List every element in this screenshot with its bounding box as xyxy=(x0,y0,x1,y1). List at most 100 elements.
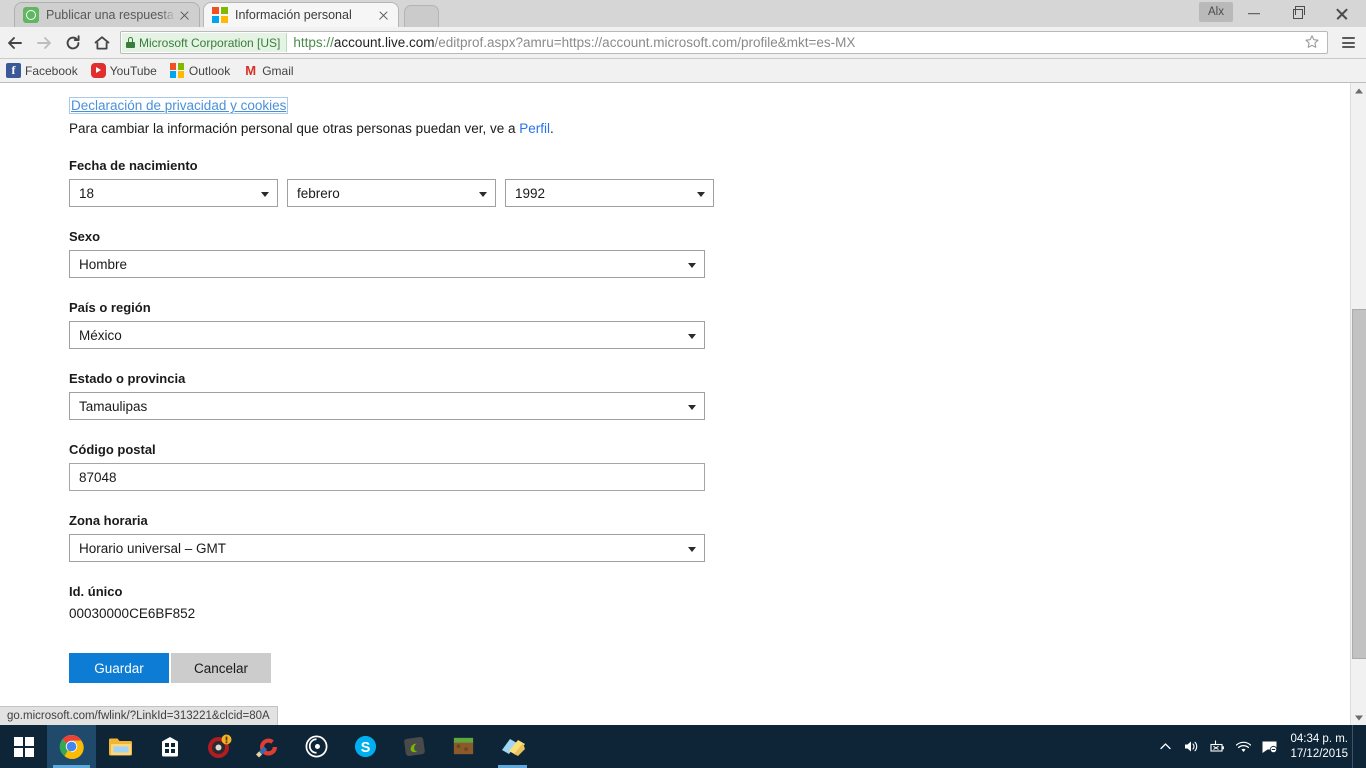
lock-icon xyxy=(126,37,135,48)
postal-code-input[interactable]: 87048 xyxy=(69,463,705,491)
tab-title: Información personal xyxy=(235,8,352,22)
birth-day-select[interactable]: 18 xyxy=(69,179,278,207)
scroll-down-arrow-icon[interactable] xyxy=(1351,710,1366,725)
intro-text: Para cambiar la información personal que… xyxy=(69,121,1351,136)
outlook-icon xyxy=(169,63,185,78)
microsoft-icon xyxy=(212,7,228,23)
account-settings-page: Declaración de privacidad y cookies Para… xyxy=(0,83,1351,725)
security-badge[interactable]: Microsoft Corporation [US] xyxy=(122,33,288,52)
reload-icon[interactable] xyxy=(58,28,87,57)
ccleaner-icon[interactable] xyxy=(243,725,292,768)
clock-date: 17/12/2015 xyxy=(1290,747,1348,760)
system-tray: 04:34 p. m. 17/12/2015 xyxy=(1152,725,1366,768)
facebook-icon: f xyxy=(6,63,21,78)
intro-text-part2: . xyxy=(550,121,554,136)
timezone-label: Zona horaria xyxy=(69,513,148,528)
bookmarks-bar: f Facebook YouTube Outlook M Gmail xyxy=(0,59,1366,83)
url-text: https://account.live.com/editprof.aspx?a… xyxy=(293,35,855,50)
gender-select[interactable]: Hombre xyxy=(69,250,705,278)
forward-arrow-icon xyxy=(29,28,58,57)
bookmark-youtube[interactable]: YouTube xyxy=(90,63,157,78)
birthdate-label: Fecha de nacimiento xyxy=(69,158,198,173)
sticky-notes-icon[interactable] xyxy=(488,725,537,768)
gender-label: Sexo xyxy=(69,229,101,244)
profile-name-chip[interactable]: Alx xyxy=(1199,2,1233,22)
close-icon[interactable] xyxy=(375,7,392,24)
show-hidden-icons-chevron[interactable] xyxy=(1152,725,1178,768)
status-bar: go.microsoft.com/fwlink/?LinkId=313221&c… xyxy=(0,706,278,725)
address-bar[interactable]: Microsoft Corporation [US] https://accou… xyxy=(120,31,1328,54)
save-button[interactable]: Guardar xyxy=(69,653,169,683)
file-explorer-icon[interactable] xyxy=(96,725,145,768)
action-center-icon[interactable] xyxy=(1256,725,1282,768)
cancel-button[interactable]: Cancelar xyxy=(171,653,271,683)
scroll-up-arrow-icon[interactable] xyxy=(1351,83,1366,98)
volume-icon[interactable] xyxy=(1178,725,1204,768)
maximize-icon[interactable] xyxy=(1276,0,1320,27)
minimize-icon[interactable] xyxy=(1232,0,1276,27)
chrome-browser-window: Publicar una respuesta - X Información p… xyxy=(0,0,1366,725)
show-desktop-button[interactable] xyxy=(1352,725,1360,768)
page-viewport: Declaración de privacidad y cookies Para… xyxy=(0,83,1366,725)
url-scheme: https:// xyxy=(293,35,334,50)
skype-icon[interactable]: S xyxy=(341,725,390,768)
tab-strip: Publicar una respuesta - X Información p… xyxy=(0,0,1366,28)
microsoft-store-icon[interactable] xyxy=(145,725,194,768)
close-icon[interactable] xyxy=(176,7,193,24)
bookmark-label: Facebook xyxy=(25,63,78,78)
unique-id-value: 00030000CE6BF852 xyxy=(69,606,196,621)
back-arrow-icon[interactable] xyxy=(0,28,29,57)
security-badge-label: Microsoft Corporation [US] xyxy=(139,35,281,50)
xbox-icon xyxy=(23,7,39,23)
home-icon[interactable] xyxy=(87,28,116,57)
hamburger-menu-icon[interactable] xyxy=(1334,28,1362,57)
minecraft-icon[interactable] xyxy=(439,725,488,768)
birth-year-select[interactable]: 1992 xyxy=(505,179,714,207)
postal-code-label: Código postal xyxy=(69,442,156,457)
new-tab-button[interactable] xyxy=(404,5,439,28)
windows-taskbar: S 04:34 p. m. 17/12/2015 xyxy=(0,725,1366,768)
url-host: account.live.com xyxy=(333,35,435,50)
state-select[interactable]: Tamaulipas xyxy=(69,392,705,420)
perfil-link[interactable]: Perfil xyxy=(519,121,550,136)
country-select[interactable]: México xyxy=(69,321,705,349)
bookmark-outlook[interactable]: Outlook xyxy=(169,63,230,78)
intro-text-part1: Para cambiar la información personal que… xyxy=(69,121,520,136)
state-label: Estado o provincia xyxy=(69,371,186,386)
postal-code-value: 87048 xyxy=(79,469,117,485)
vertical-scrollbar[interactable] xyxy=(1350,83,1366,725)
nvidia-icon[interactable] xyxy=(390,725,439,768)
bookmark-label: YouTube xyxy=(109,63,157,78)
form-content: Declaración de privacidad y cookies Para… xyxy=(0,83,1351,683)
tab-informacion-personal[interactable]: Información personal xyxy=(203,2,399,27)
url-path: /editprof.aspx?amru=https://account.micr… xyxy=(434,35,856,50)
privacy-statement-link[interactable]: Declaración de privacidad y cookies xyxy=(69,97,289,114)
country-value: México xyxy=(79,327,122,343)
scrollbar-thumb[interactable] xyxy=(1352,309,1366,659)
battery-icon[interactable] xyxy=(1204,725,1230,768)
bookmark-gmail[interactable]: M Gmail xyxy=(243,63,293,78)
tab-title: Publicar una respuesta - X xyxy=(46,8,176,22)
tab-publicar-una-respuesta[interactable]: Publicar una respuesta - X xyxy=(14,2,200,27)
taskbar-clock[interactable]: 04:34 p. m. 17/12/2015 xyxy=(1290,732,1352,762)
circle-app-icon[interactable] xyxy=(292,725,341,768)
screen: Publicar una respuesta - X Información p… xyxy=(0,0,1366,768)
game-app-icon[interactable] xyxy=(194,725,243,768)
country-label: País o región xyxy=(69,300,151,315)
birth-day-value: 18 xyxy=(79,185,95,201)
bookmark-facebook[interactable]: f Facebook xyxy=(6,63,78,78)
star-icon[interactable] xyxy=(1304,34,1320,50)
wifi-icon[interactable] xyxy=(1230,725,1256,768)
birth-month-value: febrero xyxy=(297,185,340,201)
windows-start-icon[interactable] xyxy=(0,725,47,768)
close-icon[interactable] xyxy=(1320,0,1364,27)
browser-toolbar: Microsoft Corporation [US] https://accou… xyxy=(0,27,1366,59)
form-actions: Guardar Cancelar xyxy=(69,653,1351,683)
svg-text:S: S xyxy=(361,740,371,756)
chrome-icon[interactable] xyxy=(47,725,96,768)
birth-month-select[interactable]: febrero xyxy=(287,179,496,207)
clock-time: 04:34 p. m. xyxy=(1290,732,1348,745)
timezone-select[interactable]: Horario universal – GMT xyxy=(69,534,705,562)
state-value: Tamaulipas xyxy=(79,398,148,414)
timezone-value: Horario universal – GMT xyxy=(79,540,227,556)
